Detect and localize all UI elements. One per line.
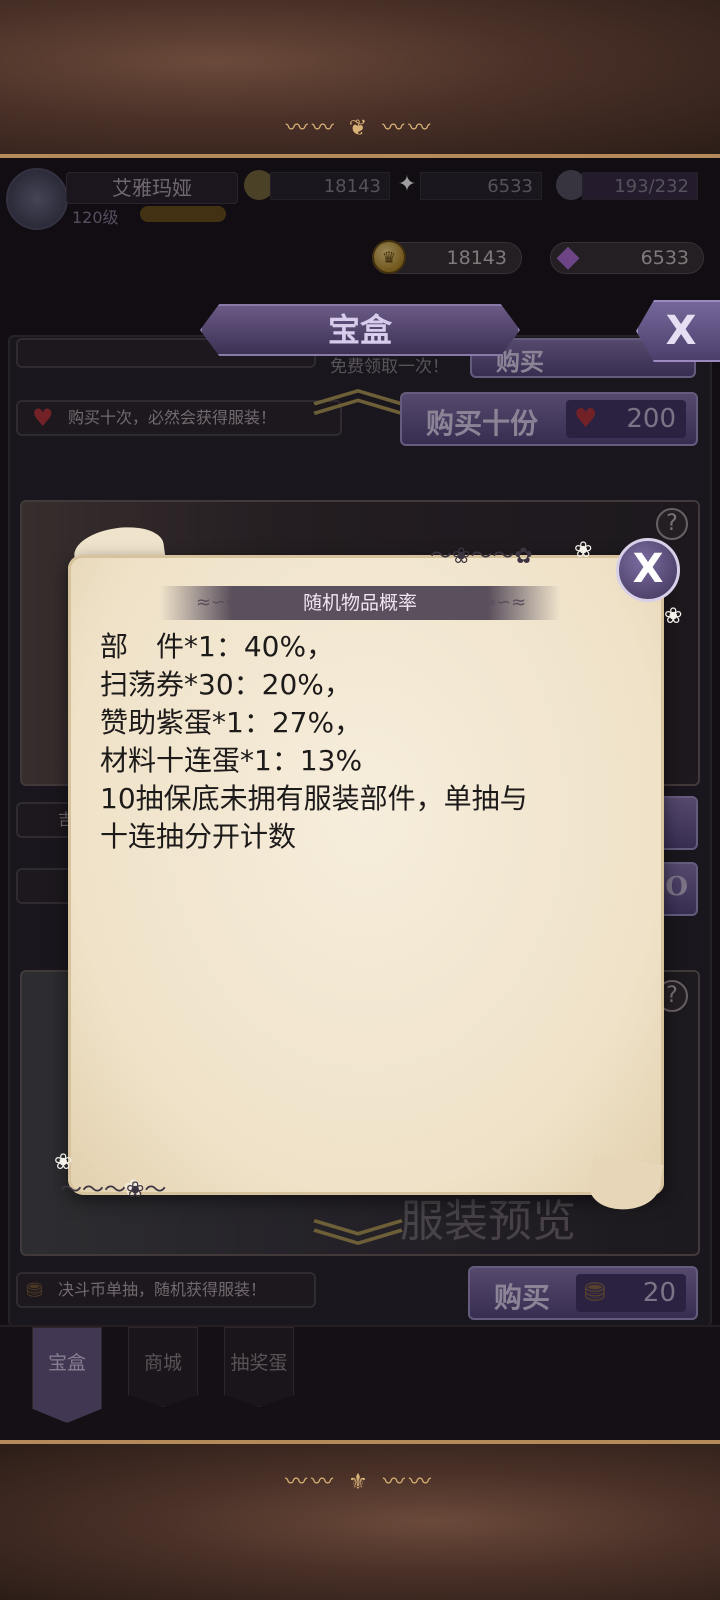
probability-note: 十连抽分开计数 [100, 820, 297, 853]
white-rose-icon: ❀ [574, 538, 593, 563]
bottom-ornament-icon: 〰〰 ⚜ 〰〰 [285, 1470, 435, 1495]
bottom-frame: 〰〰 ⚜ 〰〰 [0, 1440, 720, 1600]
vine-decoration-icon: ～～～❀～ [60, 1178, 167, 1203]
dialog-body: 部 件*1：40%， 扫荡券*30：20%， 赞助紫蛋*1：27%， 材料十连蛋… [100, 628, 620, 856]
top-frame: 〰〰 ❦ 〰〰 [0, 0, 720, 158]
probability-line: 赞助紫蛋*1：27%， [100, 706, 363, 739]
title-flourish-right-icon: ⊷∽≈ [478, 592, 527, 613]
vine-decoration-icon: ～❀～～✿ [430, 544, 533, 569]
close-dialog-button[interactable]: X [616, 538, 680, 602]
top-ornament-icon: 〰〰 ❦ 〰〰 [285, 116, 435, 141]
probability-line: 扫荡券*30：20%， [100, 668, 352, 701]
probability-line: 材料十连蛋*1：13% [100, 744, 363, 777]
page-title: 宝盒 [200, 304, 520, 356]
probability-line: 部 件*1：40%， [100, 630, 335, 663]
white-rose-icon: ❀ [664, 604, 683, 629]
title-flourish-left-icon: ≈∽⊶ [196, 592, 245, 613]
probability-note: 10抽保底未拥有服装部件，单抽与 [100, 782, 528, 815]
screen: 〰〰 ❦ 〰〰 艾雅玛娅 120级 18143 ✦ 6533 193/232 1… [0, 0, 720, 1600]
